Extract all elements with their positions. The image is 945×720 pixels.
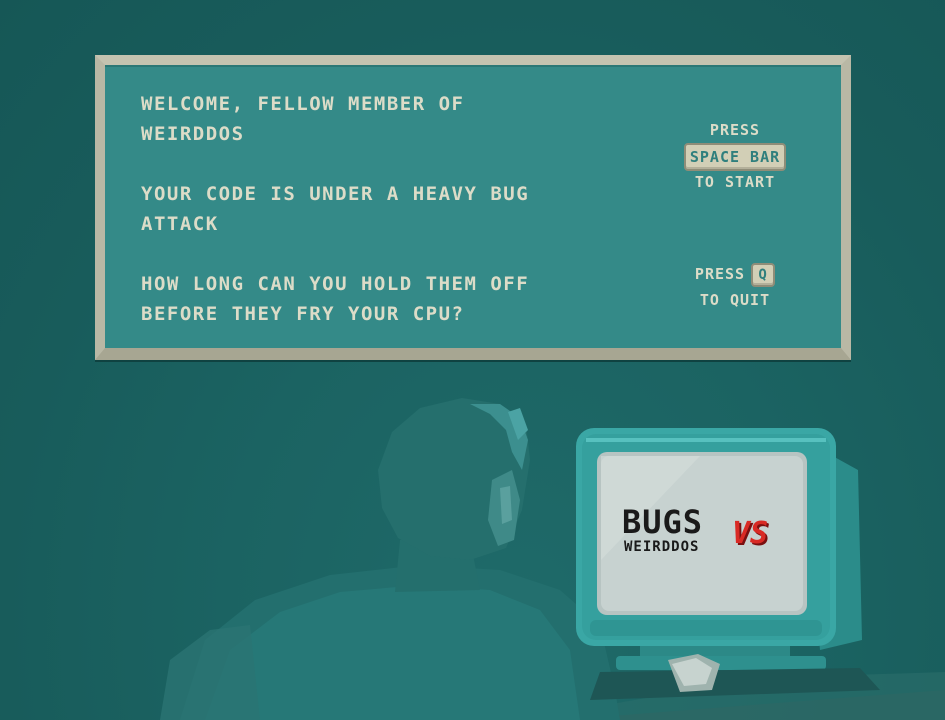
space-bar-key[interactable]: SPACE BAR (683, 143, 787, 171)
game-logo: BUGS VS WEIRDDOS (622, 505, 792, 565)
dialog-panel: WELCOME, FELLOW MEMBER OF WEIRDDOS YOUR … (95, 55, 851, 360)
logo-bugs-text: BUGS (622, 503, 704, 541)
quit-press-row: PRESS Q (661, 261, 809, 287)
intro-text: WELCOME, FELLOW MEMBER OF WEIRDDOS YOUR … (141, 89, 571, 329)
bug-attack-message: YOUR CODE IS UNDER A HEAVY BUG ATTACK (141, 183, 530, 235)
logo-weirddos-text: WEIRDDOS (624, 539, 700, 555)
challenge-message: HOW LONG CAN YOU HOLD THEM OFF BEFORE TH… (141, 273, 530, 325)
quit-action-label: TO QUIT (699, 291, 771, 309)
person-silhouette (160, 398, 620, 720)
quit-instructions: PRESS Q TO QUIT (661, 261, 809, 313)
welcome-message: WELCOME, FELLOW MEMBER OF WEIRDDOS (141, 93, 465, 145)
start-action-label: TO START (694, 173, 776, 191)
start-instructions: PRESS SPACE BAR TO START (661, 121, 809, 191)
start-press-label: PRESS (709, 121, 761, 139)
logo-vs-text: VS (732, 516, 769, 551)
quit-press-label: PRESS (694, 265, 746, 283)
q-key[interactable]: Q (751, 262, 776, 287)
